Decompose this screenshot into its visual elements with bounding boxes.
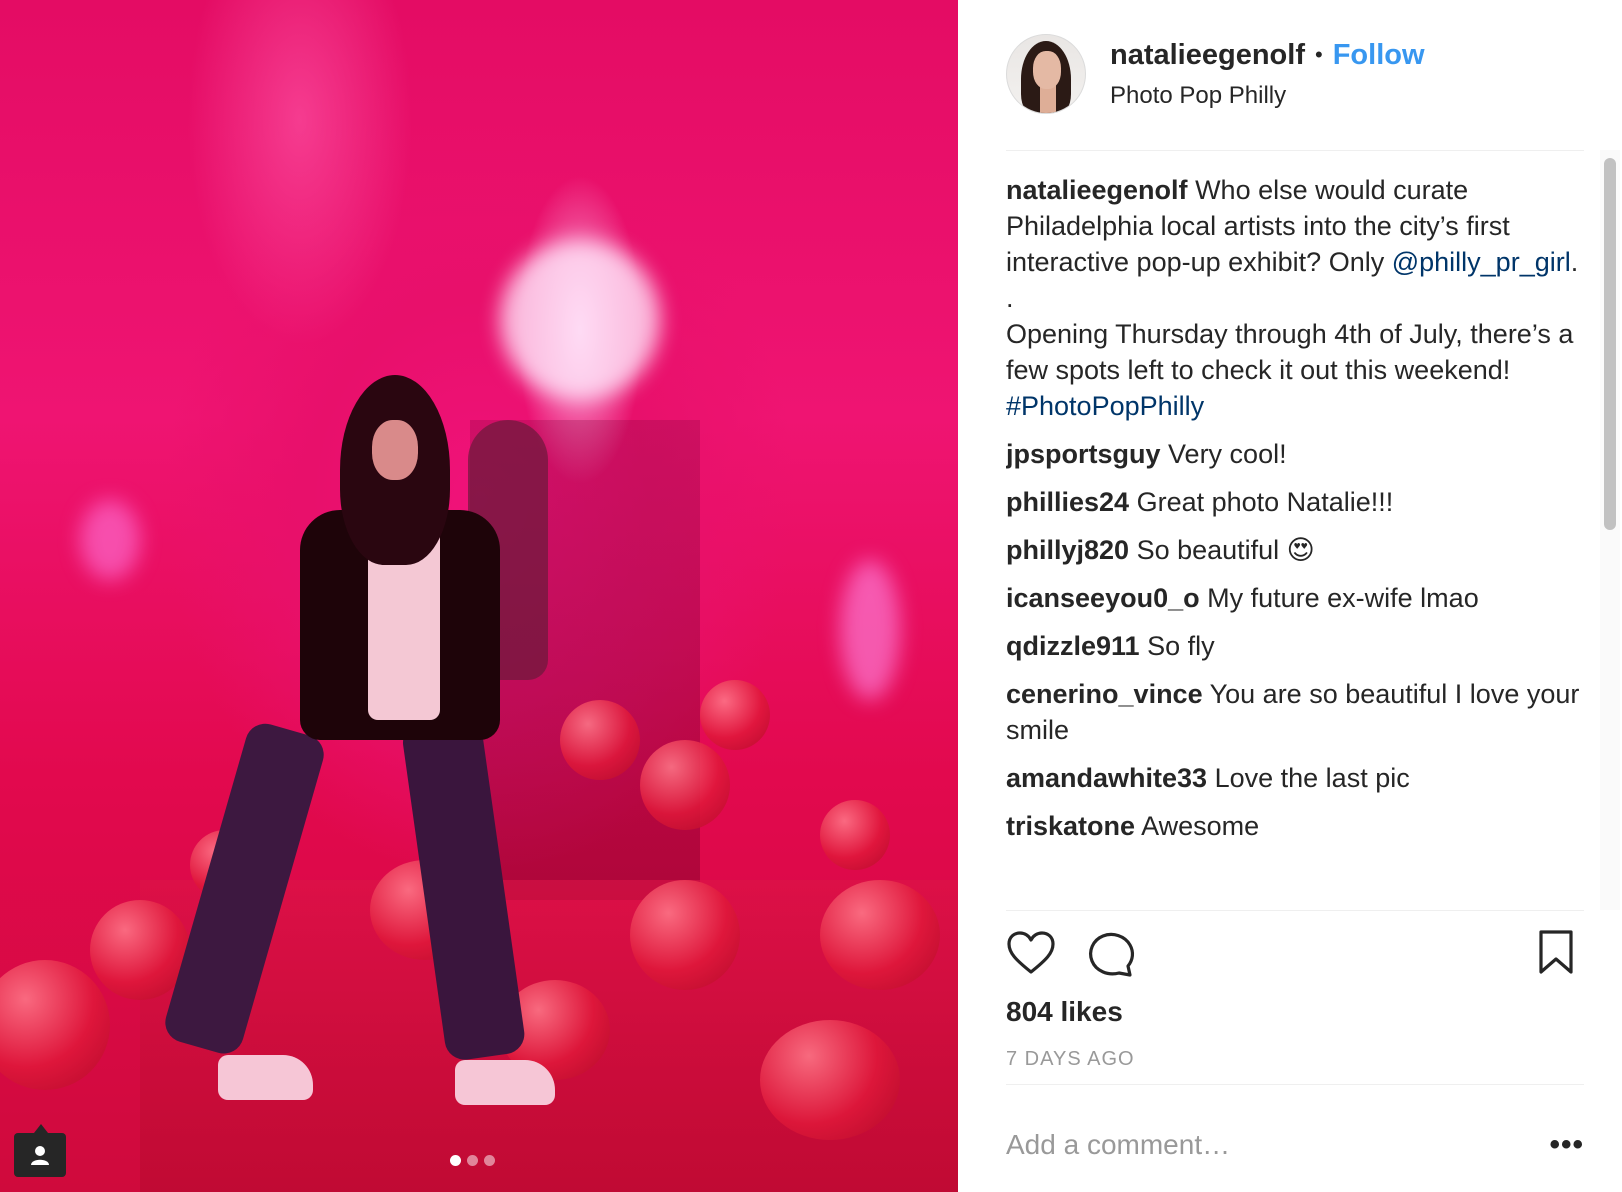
balloon	[700, 680, 770, 750]
person-tag-icon[interactable]	[14, 1124, 66, 1177]
avatar[interactable]	[1006, 34, 1086, 114]
caption-hashtag[interactable]: #PhotoPopPhilly	[1006, 391, 1204, 421]
comment-username[interactable]: cenerino_vince	[1006, 679, 1203, 709]
header-user-block: natalieegenolf • Follow Photo Pop Philly	[1110, 39, 1425, 110]
comment-item: jpsportsguy Very cool!	[1006, 436, 1582, 472]
comment-item: triskatone Awesome	[1006, 808, 1582, 844]
light-reflection	[840, 560, 900, 700]
add-comment-form: •••	[1006, 1120, 1584, 1170]
carousel-dot[interactable]	[467, 1155, 478, 1166]
bookmark-icon[interactable]	[1534, 928, 1590, 984]
comments-list: natalieegenolf Who else would curate Phi…	[1006, 172, 1582, 910]
post-header: natalieegenolf • Follow Photo Pop Philly	[1006, 34, 1425, 114]
post-side-panel: natalieegenolf • Follow Photo Pop Philly…	[958, 0, 1622, 1192]
balloon	[0, 960, 110, 1090]
balloon	[640, 740, 730, 830]
balloon	[820, 880, 940, 990]
comment-item: phillyj820 So beautiful 😍	[1006, 532, 1582, 568]
comment-item: qdizzle911 So fly	[1006, 628, 1582, 664]
scrollbar[interactable]	[1604, 158, 1616, 530]
caption-username[interactable]: natalieegenolf	[1006, 175, 1188, 205]
caption-dot-line: .	[1006, 283, 1014, 313]
divider	[1006, 150, 1584, 151]
comment-item: icanseeyou0_o My future ex-wife lmao	[1006, 580, 1582, 616]
caption-mention[interactable]: @philly_pr_girl	[1392, 247, 1571, 277]
comment-text: Awesome	[1141, 811, 1260, 841]
light-reflection	[500, 240, 660, 400]
balloon	[820, 800, 890, 870]
caption: natalieegenolf Who else would curate Phi…	[1006, 172, 1582, 424]
comment-username[interactable]: phillyj820	[1006, 535, 1129, 565]
comment-text: My future ex-wife lmao	[1207, 583, 1479, 613]
more-options-button[interactable]: •••	[1549, 1128, 1584, 1162]
action-bar	[1006, 928, 1584, 984]
caption-period: .	[1570, 247, 1579, 277]
comment-username[interactable]: amandawhite33	[1006, 763, 1207, 793]
divider	[1006, 910, 1584, 911]
comment-text: Great photo Natalie!!!	[1136, 487, 1394, 517]
likes-count[interactable]: 804 likes	[1006, 996, 1123, 1028]
light-reflection	[80, 500, 140, 580]
comment-username[interactable]: qdizzle911	[1006, 631, 1140, 661]
header-separator: •	[1315, 42, 1323, 67]
location-link[interactable]: Photo Pop Philly	[1110, 82, 1425, 110]
balloon	[560, 700, 640, 780]
comment-item: amandawhite33 Love the last pic	[1006, 760, 1582, 796]
follow-button[interactable]: Follow	[1333, 39, 1425, 72]
heart-icon[interactable]	[1006, 928, 1062, 984]
comment-input[interactable]	[1006, 1129, 1486, 1161]
divider	[1006, 1084, 1584, 1085]
carousel-indicator	[450, 1155, 495, 1166]
comment-text: Love the last pic	[1214, 763, 1410, 793]
balloon	[760, 1020, 900, 1140]
comment-username[interactable]: phillies24	[1006, 487, 1129, 517]
post-timestamp[interactable]: 7 DAYS AGO	[1006, 1048, 1135, 1071]
comment-username[interactable]: jpsportsguy	[1006, 439, 1161, 469]
caption-text: Opening Thursday through 4th of July, th…	[1006, 319, 1574, 385]
comment-text: So beautiful 😍	[1136, 535, 1315, 565]
carousel-dot[interactable]	[450, 1155, 461, 1166]
balloon	[630, 880, 740, 990]
comment-username[interactable]: icanseeyou0_o	[1006, 583, 1200, 613]
comment-text: So fly	[1147, 631, 1215, 661]
header-username[interactable]: natalieegenolf	[1110, 39, 1305, 72]
comment-bubble-icon[interactable]	[1086, 928, 1142, 984]
post-photo[interactable]	[0, 0, 958, 1192]
comment-item: cenerino_vince You are so beautiful I lo…	[1006, 676, 1582, 748]
comment-text: Very cool!	[1168, 439, 1287, 469]
carousel-dot[interactable]	[484, 1155, 495, 1166]
comment-item: phillies24 Great photo Natalie!!!	[1006, 484, 1582, 520]
comment-username[interactable]: triskatone	[1006, 811, 1135, 841]
